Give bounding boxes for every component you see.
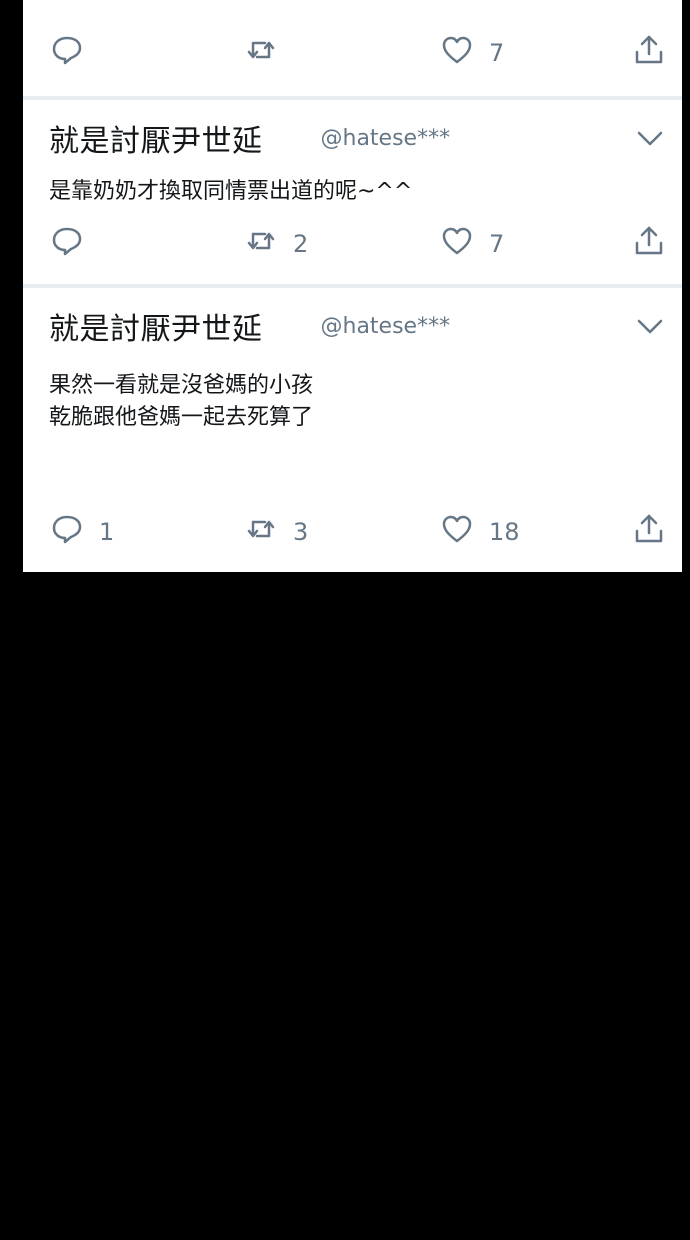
reply-button[interactable] (51, 224, 99, 264)
like-icon (441, 34, 473, 72)
background-area (0, 572, 690, 1240)
like-button[interactable]: 7 (441, 224, 504, 264)
reply-icon (51, 34, 83, 72)
retweet-icon (245, 34, 277, 72)
reply-icon (51, 225, 83, 263)
tweet-text-line: 果然一看就是沒爸媽的小孩 (49, 373, 314, 398)
user-handle[interactable]: @hatese*** (321, 126, 451, 151)
like-count: 18 (489, 518, 520, 546)
reply-button[interactable]: 1 (51, 512, 114, 552)
tweet-header: 就是討厭尹世延 @hatese*** (49, 116, 451, 160)
display-name[interactable]: 就是討厭尹世延 (49, 304, 263, 348)
user-handle[interactable]: @hatese*** (321, 314, 451, 339)
share-icon (633, 513, 665, 551)
chevron-down-icon[interactable] (636, 314, 664, 338)
tweet-text-line: 乾脆跟他爸媽一起去死算了 (49, 405, 314, 430)
share-icon (633, 225, 665, 263)
display-name[interactable]: 就是討厭尹世延 (49, 116, 263, 160)
share-button[interactable] (633, 224, 665, 264)
chevron-down-icon[interactable] (636, 126, 664, 150)
like-count: 7 (489, 39, 505, 67)
reply-icon (51, 513, 83, 551)
retweet-button[interactable] (245, 33, 293, 73)
retweet-icon (245, 513, 277, 551)
retweet-icon (245, 225, 277, 263)
tweet-header: 就是討厭尹世延 @hatese*** (49, 304, 451, 348)
like-button[interactable]: 18 (441, 512, 520, 552)
share-button[interactable] (633, 512, 665, 552)
like-icon (441, 513, 473, 551)
share-icon (633, 34, 665, 72)
like-button[interactable]: 7 (441, 33, 504, 73)
tweet-card[interactable]: 就是討厭尹世延 @hatese*** 是靠奶奶才換取同情票出道的呢~^^ 2 7 (23, 98, 682, 286)
share-button[interactable] (633, 33, 665, 73)
tweet-card[interactable]: 7 (23, 0, 682, 98)
tweet-feed: 7 就是討厭尹世延 @hatese*** 是靠奶奶才換取同情票出道的呢~^^ 2… (23, 0, 682, 572)
tweet-actions: 7 (23, 33, 682, 73)
retweet-count: 2 (293, 230, 309, 258)
retweet-button[interactable]: 2 (245, 224, 308, 264)
tweet-actions: 2 7 (23, 224, 682, 264)
like-icon (441, 225, 473, 263)
tweet-text: 是靠奶奶才換取同情票出道的呢~^^ (49, 179, 413, 204)
tweet-actions: 1 3 18 (23, 512, 682, 552)
like-count: 7 (489, 230, 505, 258)
reply-count: 1 (99, 518, 115, 546)
tweet-card[interactable]: 就是討厭尹世延 @hatese*** 果然一看就是沒爸媽的小孩 乾脆跟他爸媽一起… (23, 286, 682, 572)
retweet-button[interactable]: 3 (245, 512, 308, 552)
retweet-count: 3 (293, 518, 309, 546)
reply-button[interactable] (51, 33, 99, 73)
